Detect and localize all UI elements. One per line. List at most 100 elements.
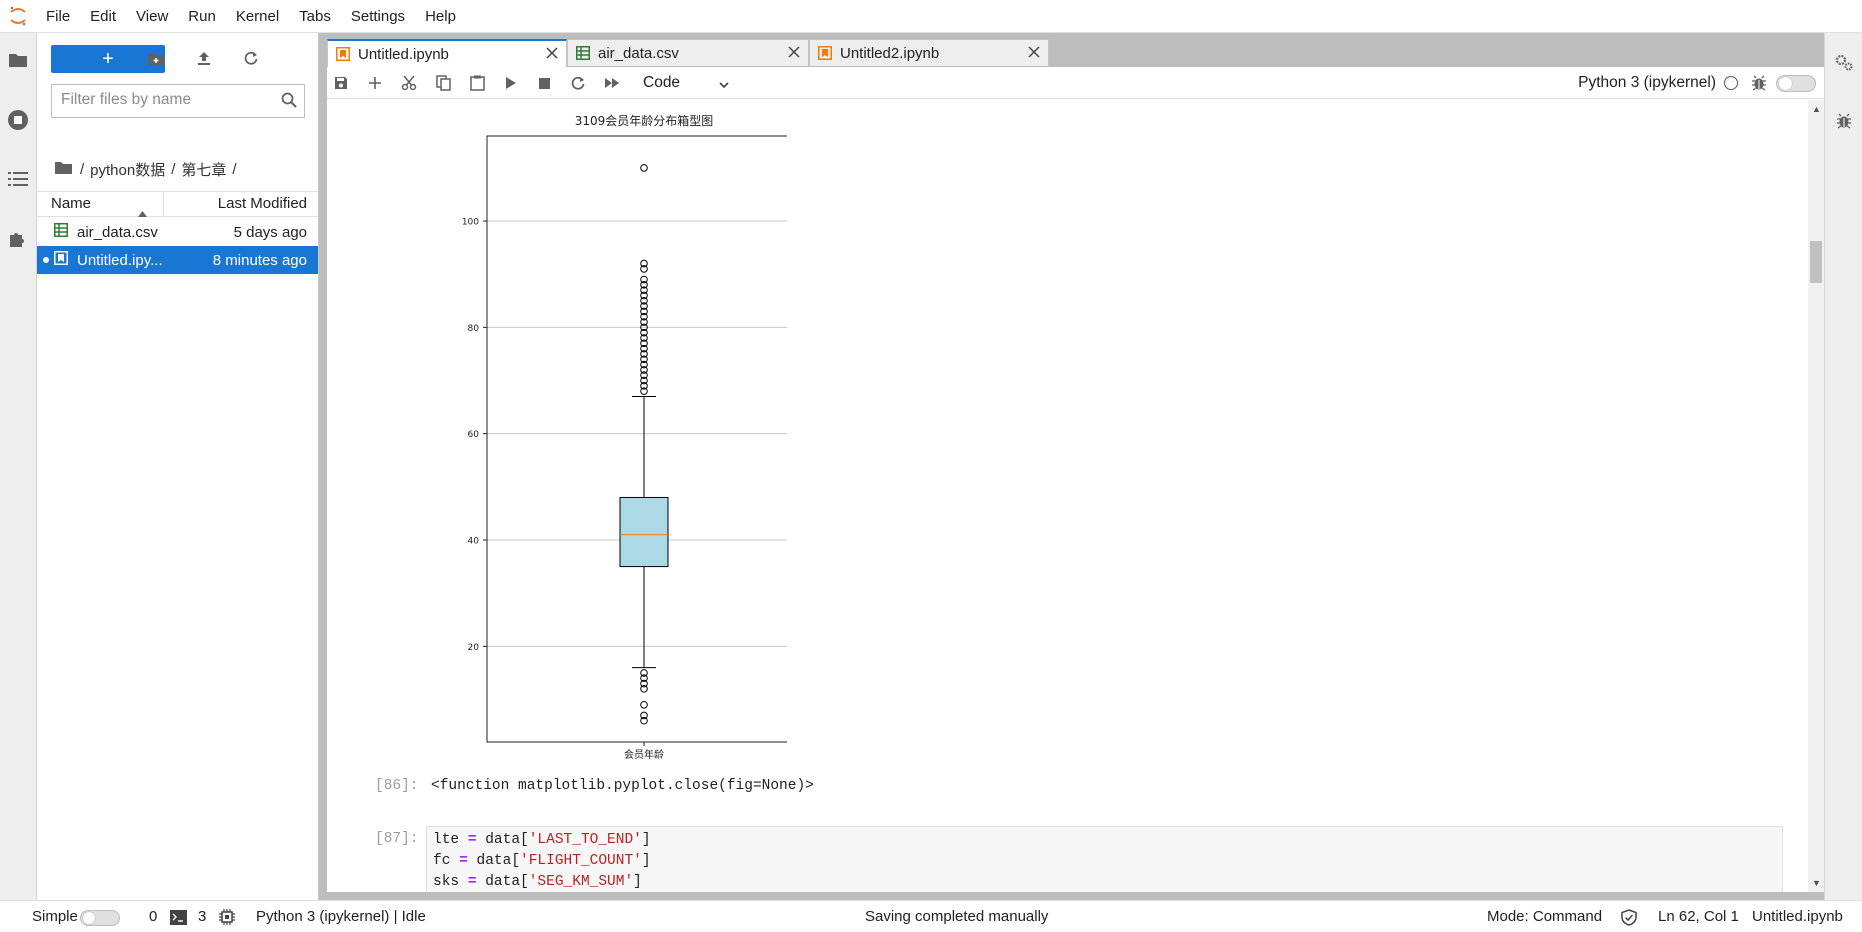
main-dock: Untitled.ipynb air_data.csv Untitled2.ip… <box>319 33 1824 900</box>
mode-indicator[interactable]: Mode: Command <box>1487 908 1602 925</box>
menu-settings[interactable]: Settings <box>341 0 415 33</box>
menu-help[interactable]: Help <box>415 0 466 33</box>
cell-type-select[interactable]: Code <box>643 71 680 95</box>
folder-icon[interactable] <box>7 49 29 71</box>
scroll-up-icon[interactable]: ▲ <box>1812 104 1821 114</box>
chevron-down-icon[interactable] <box>719 76 729 93</box>
code-line: lte = data['LAST_TO_END'] <box>433 832 651 848</box>
menu-edit[interactable]: Edit <box>80 0 126 33</box>
output-text: <function matplotlib.pyplot.close(fig=No… <box>431 778 814 794</box>
fast-forward-icon[interactable] <box>601 72 623 94</box>
menu-view[interactable]: View <box>126 0 178 33</box>
add-cell-icon[interactable] <box>364 72 386 94</box>
trusted-shield-icon[interactable] <box>1621 909 1637 930</box>
breadcrumb-sep: / <box>80 160 85 178</box>
breadcrumb-python-folder[interactable]: python数据 <box>90 159 165 180</box>
menu-kernel[interactable]: Kernel <box>226 0 289 33</box>
outlier-point <box>640 164 648 172</box>
kernel-name-button[interactable]: Python 3 (ipykernel) <box>1578 74 1716 92</box>
stop-icon[interactable] <box>533 72 555 94</box>
scroll-down-icon[interactable]: ▼ <box>1812 878 1821 888</box>
jupyter-logo-icon[interactable] <box>0 0 36 33</box>
notebook-icon <box>818 46 832 64</box>
terminal-icon[interactable] <box>170 910 187 929</box>
spreadsheet-icon <box>576 46 590 64</box>
new-folder-icon[interactable] <box>145 47 167 69</box>
menu-file[interactable]: File <box>36 0 80 33</box>
tab-label: Untitled2.ipynb <box>840 44 940 62</box>
code-cell-editor[interactable]: lte = data['LAST_TO_END'] fc = data['FLI… <box>426 826 1783 892</box>
right-sidebar <box>1824 33 1862 900</box>
file-row-air-data[interactable]: air_data.csv 5 days ago <box>37 218 318 246</box>
output-prompt: [86]: <box>375 778 419 794</box>
notebook-content: 3109会员年龄分布箱型图 20 40 60 80 100 会员年龄 [86]: <func… <box>327 100 1824 892</box>
debugger-bug-icon[interactable] <box>1833 110 1855 132</box>
bug-icon[interactable] <box>1752 75 1766 95</box>
file-modified: 5 days ago <box>233 223 307 241</box>
current-filename: Untitled.ipynb <box>1752 908 1843 925</box>
upload-icon[interactable] <box>193 47 215 69</box>
y-tick-label: 40 <box>468 537 480 547</box>
table-of-contents-icon[interactable] <box>7 168 29 190</box>
left-sidebar <box>0 33 37 900</box>
breadcrumb-sep: / <box>171 160 176 178</box>
property-inspector-gears-icon[interactable] <box>1833 51 1855 73</box>
terminals-count[interactable]: 0 <box>149 908 157 925</box>
kernel-idle-indicator <box>1724 76 1738 90</box>
copy-icon[interactable] <box>432 72 454 94</box>
notebook-panel: Code Python 3 (ipykernel) 3109会员年龄分布箱型图 2… <box>327 67 1824 892</box>
cut-icon[interactable] <box>398 72 420 94</box>
notebook-icon <box>54 251 68 269</box>
file-name: air_data.csv <box>77 223 158 241</box>
breadcrumb-sep: / <box>232 160 237 178</box>
file-filter-field[interactable] <box>51 84 305 118</box>
name-column-label: Name <box>51 195 92 212</box>
kernels-count[interactable]: 3 <box>198 908 206 925</box>
kernel-status-text[interactable]: Python 3 (ipykernel) | Idle <box>256 908 426 925</box>
cursor-position[interactable]: Ln 62, Col 1 <box>1658 908 1739 925</box>
breadcrumb-chapter7-folder[interactable]: 第七章 <box>181 159 226 180</box>
kernel-chip-icon[interactable] <box>219 909 235 929</box>
tab-untitled2-notebook[interactable]: Untitled2.ipynb <box>809 39 1049 66</box>
tab-untitled-notebook[interactable]: Untitled.ipynb <box>327 39 567 67</box>
debugger-toggle[interactable] <box>1776 75 1816 92</box>
plot-frame <box>486 135 787 743</box>
notebook-icon <box>336 47 350 65</box>
x-tick-label: 会员年龄 <box>624 748 664 761</box>
file-modified: 8 minutes ago <box>212 251 307 269</box>
close-icon[interactable] <box>1028 45 1040 62</box>
notebook-toolbar: Code Python 3 (ipykernel) <box>327 67 1824 99</box>
running-indicator <box>43 257 49 263</box>
y-tick-label: 60 <box>468 430 480 440</box>
file-row-untitled-notebook[interactable]: Untitled.ipy... 8 minutes ago <box>37 246 318 274</box>
file-filter-input[interactable] <box>61 85 271 115</box>
modified-column-header[interactable]: Last Modified <box>164 192 318 216</box>
input-prompt: [87]: <box>375 831 419 847</box>
file-list-header: Name Last Modified <box>37 191 318 217</box>
y-tick-label: 100 <box>462 218 479 228</box>
code-line: sks = data['SEG_KM_SUM'] <box>433 874 642 890</box>
home-folder-icon[interactable] <box>55 161 72 178</box>
vertical-scrollbar[interactable]: ▲ ▼ <box>1808 100 1824 892</box>
tab-air-data-csv[interactable]: air_data.csv <box>567 39 809 66</box>
menu-run[interactable]: Run <box>178 0 226 33</box>
save-icon[interactable] <box>330 72 352 94</box>
status-bar: Simple 0 3 Python 3 (ipykernel) | Idle S… <box>0 900 1862 932</box>
run-icon[interactable] <box>500 72 522 94</box>
refresh-icon[interactable] <box>240 47 262 69</box>
scroll-thumb[interactable] <box>1810 241 1822 283</box>
file-browser: + / python数据 / 第七章 / Name Last Modified <box>37 33 319 900</box>
boxplot-chart: 3109会员年龄分布箱型图 20 40 60 80 100 会员年龄 <box>462 113 787 761</box>
running-sessions-icon[interactable] <box>7 109 29 131</box>
name-column-header[interactable]: Name <box>37 192 164 217</box>
close-icon[interactable] <box>788 45 800 62</box>
simple-mode-toggle[interactable] <box>80 910 120 926</box>
restart-icon[interactable] <box>567 72 589 94</box>
extension-puzzle-icon[interactable] <box>7 228 29 250</box>
close-icon[interactable] <box>546 46 558 63</box>
menu-tabs[interactable]: Tabs <box>289 0 341 33</box>
outlier-point <box>640 700 648 709</box>
search-icon <box>281 92 297 112</box>
paste-icon[interactable] <box>466 72 488 94</box>
y-tick-label: 80 <box>468 324 480 334</box>
